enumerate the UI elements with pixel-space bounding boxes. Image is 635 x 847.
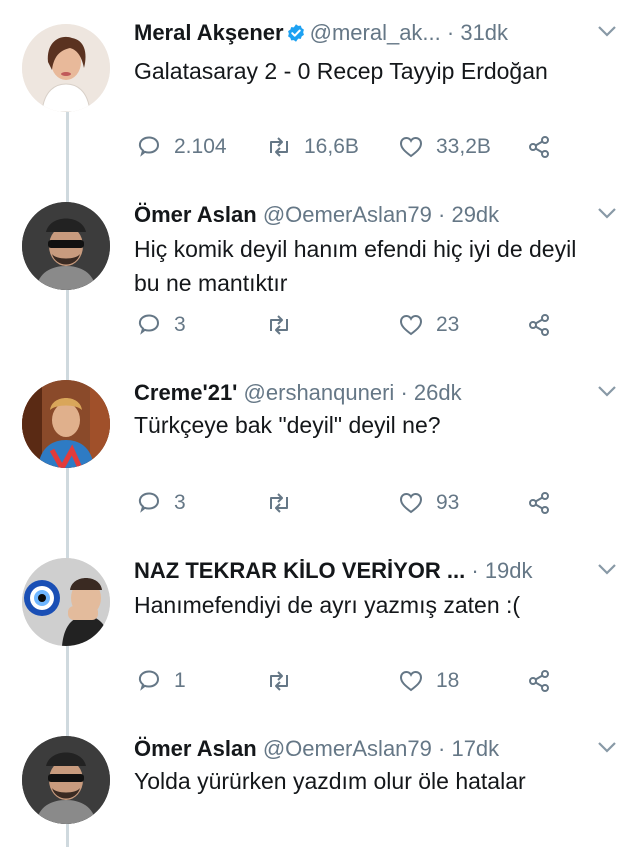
like-icon [399,492,423,514]
reply-button[interactable]: 3 [136,312,186,338]
author-name[interactable]: Ömer Aslan [134,736,257,761]
like-button[interactable]: 33,2B [398,134,491,160]
author-handle[interactable]: @meral_ak... [310,20,441,45]
tweet-2[interactable]: Ömer Aslan @OemerAslan79 · 29dk Hiç komi… [0,200,635,350]
tweet-text: Türkçeye bak "deyil" deyil ne? [134,412,441,438]
avatar[interactable] [22,736,110,824]
tweet-actions: 1 18 [134,668,575,698]
reply-icon [138,670,160,691]
reply-button[interactable]: 2.104 [136,134,227,160]
avatar[interactable] [22,24,110,112]
chevron-down-icon[interactable] [597,206,617,220]
reply-icon [138,314,160,335]
tweet-header: NAZ TEKRAR KİLO VERİYOR ... · 19dk [134,556,585,586]
like-count: 23 [436,313,460,336]
tweet-time[interactable]: · 19dk [471,558,532,583]
like-count: 93 [436,491,460,514]
tweet-3[interactable]: Creme'21' @ershanquneri · 26dk Türkçeye … [0,378,635,528]
tweet-text: Yolda yürürken yazdım olur öle hatalar [134,768,526,794]
like-count: 18 [436,669,460,692]
retweet-count: 16,6B [304,135,359,158]
retweet-icon [270,493,288,513]
retweet-button[interactable] [266,668,292,694]
share-button[interactable] [526,134,552,160]
tweet-actions: 3 23 [134,312,575,342]
tweet-header: Meral Akşener @meral_ak... · 31dk [134,18,585,48]
tweet-thread: Meral Akşener @meral_ak... · 31dk Galatas… [0,0,635,847]
tweet-time[interactable]: · 29dk [438,202,499,227]
chevron-down-icon[interactable] [597,384,617,398]
share-icon [529,492,549,514]
reply-icon [138,492,160,513]
avatar[interactable] [22,202,110,290]
retweet-icon [270,315,288,335]
chevron-down-icon[interactable] [597,24,617,38]
share-icon [529,314,549,336]
tweet-header: Creme'21' @ershanquneri · 26dk [134,378,585,408]
like-icon [399,314,423,336]
like-button[interactable]: 18 [398,668,459,694]
like-icon [399,670,423,692]
tweet-text: Hanımefendiyi de ayrı yazmış zaten :( [134,592,521,618]
retweet-icon [270,671,288,691]
tweet-time[interactable]: · 17dk [438,736,499,761]
verified-badge-icon [287,24,304,42]
author-name[interactable]: NAZ TEKRAR KİLO VERİYOR ... [134,558,465,583]
tweet-text: Hiç komik deyil hanım efendi hiç iyi de … [134,236,577,296]
like-count: 33,2B [436,135,491,158]
tweet-actions: 2.104 16,6B 33,2B [134,134,575,164]
tweet-time[interactable]: · 26dk [400,380,461,405]
reply-button[interactable]: 1 [136,668,186,694]
share-button[interactable] [526,490,552,516]
reply-count: 3 [174,491,186,514]
tweet-actions: 3 93 [134,490,575,520]
share-button[interactable] [526,668,552,694]
tweet-4[interactable]: NAZ TEKRAR KİLO VERİYOR ... · 19dk Hanım… [0,556,635,706]
avatar[interactable] [22,380,110,468]
reply-button[interactable]: 3 [136,490,186,516]
avatar[interactable] [22,558,110,646]
chevron-down-icon[interactable] [597,740,617,754]
retweet-icon [270,137,288,157]
tweet-5[interactable]: Ömer Aslan @OemerAslan79 · 17dk Yolda yü… [0,734,635,847]
author-name[interactable]: Ömer Aslan [134,202,257,227]
tweet-text: Galatasaray 2 - 0 Recep Tayyip Erdoğan [134,58,548,84]
share-button[interactable] [526,312,552,338]
share-icon [529,136,549,158]
tweet-header: Ömer Aslan @OemerAslan79 · 17dk [134,734,585,764]
reply-count: 1 [174,669,186,692]
author-handle[interactable]: @OemerAslan79 [263,736,432,761]
share-icon [529,670,549,692]
like-icon [399,136,423,158]
retweet-button[interactable] [266,490,292,516]
tweet-header: Ömer Aslan @OemerAslan79 · 29dk [134,200,585,230]
retweet-button[interactable] [266,312,292,338]
reply-count: 2.104 [174,135,227,158]
reply-icon [138,136,160,157]
retweet-button[interactable]: 16,6B [266,134,359,160]
author-handle[interactable]: @ershanquneri [244,380,395,405]
author-name[interactable]: Meral Akşener [134,20,284,45]
tweet-1[interactable]: Meral Akşener @meral_ak... · 31dk Galatas… [0,18,635,178]
author-name[interactable]: Creme'21' [134,380,237,405]
like-button[interactable]: 93 [398,490,459,516]
chevron-down-icon[interactable] [597,562,617,576]
tweet-time[interactable]: · 31dk [447,20,508,45]
like-button[interactable]: 23 [398,312,459,338]
author-handle[interactable]: @OemerAslan79 [263,202,432,227]
reply-count: 3 [174,313,186,336]
